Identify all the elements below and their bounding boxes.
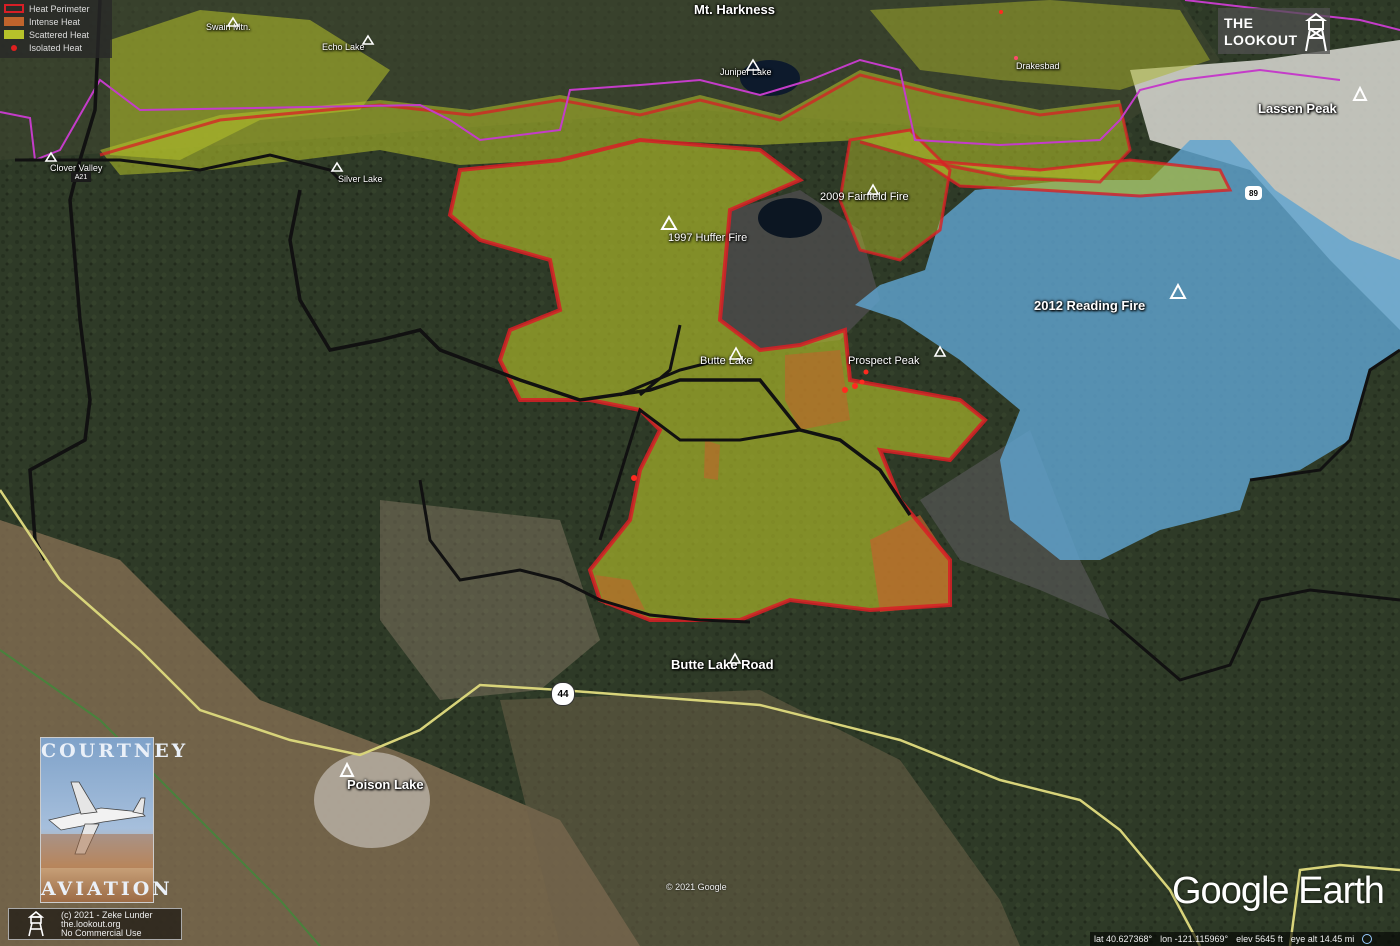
map-legend: Heat Perimeter Intense Heat Scattered He…	[0, 0, 112, 58]
lookout-logo: THE LOOKOUT	[1218, 8, 1330, 54]
label-echo-lake: Echo Lake	[322, 42, 365, 52]
legend-swatch-intense	[4, 17, 24, 26]
legend-swatch-perimeter	[4, 4, 24, 13]
label-butte-lake: Butte Lake	[700, 355, 753, 367]
intense-heat-center	[704, 440, 720, 480]
legend-item-perimeter: Heat Perimeter	[4, 2, 112, 15]
credit-line-3: No Commercial Use	[61, 928, 142, 938]
isolated-heat-dot	[842, 387, 848, 393]
lookout-logo-line2: LOOKOUT	[1224, 32, 1298, 48]
label-reading-fire: 2012 Reading Fire	[1034, 298, 1146, 313]
courtney-aviation-logo: COURTNEY AVIATION	[40, 737, 189, 903]
label-juniper-lake: Juniper Lake	[720, 67, 772, 77]
legend-label: Isolated Heat	[29, 42, 83, 53]
lookout-logo-line1: THE	[1224, 15, 1254, 31]
route-shield-a21: A21	[71, 172, 91, 182]
label-lassen-peak: Lassen Peak	[1258, 101, 1337, 116]
label-poison-lake: Poison Lake	[347, 777, 424, 792]
isolated-heat-dot	[852, 383, 858, 389]
label-huffer-fire: 1997 Huffer Fire	[668, 232, 748, 244]
courtney-aviation-bottom: AVIATION	[41, 878, 173, 900]
isolated-heat-dot	[631, 475, 637, 481]
label-swain-mtn: Swain Mtn.	[206, 22, 251, 32]
compass-icon[interactable]	[1362, 934, 1373, 944]
label-silver-lake: Silver Lake	[338, 174, 383, 184]
legend-label: Scattered Heat	[29, 29, 90, 40]
status-lon: lon -121.115969°	[1160, 934, 1229, 944]
isolated-heat-dot	[863, 369, 869, 375]
map-copyright: © 2021 Google	[666, 882, 727, 892]
butte-lake-water	[758, 198, 822, 238]
legend-swatch-isolated	[4, 43, 24, 52]
map-view[interactable]: Heat Perimeter Intense Heat Scattered He…	[0, 0, 1400, 946]
label-drakesbad: Drakesbad	[1016, 61, 1060, 71]
status-lat: lat 40.627368°	[1094, 934, 1153, 944]
label-mt-harkness: Mt. Harkness	[694, 2, 775, 17]
label-prospect-peak: Prospect Peak	[848, 355, 920, 367]
isolated-heat-dot	[999, 10, 1003, 14]
legend-label: Intense Heat	[29, 16, 81, 27]
legend-item-scattered: Scattered Heat	[4, 28, 112, 41]
intense-heat-prospect	[785, 350, 850, 430]
google-earth-wordmark: Google Earth	[1172, 870, 1385, 912]
satellite-map[interactable]	[0, 0, 1400, 946]
legend-label: Heat Perimeter	[29, 3, 90, 14]
route-shield-89: 89	[1245, 186, 1262, 200]
legend-item-isolated: Isolated Heat	[4, 41, 112, 54]
status-bar: lat 40.627368° lon -121.115969° elev 564…	[1090, 932, 1400, 946]
legend-swatch-scattered	[4, 30, 24, 39]
juniper-lake	[740, 60, 800, 96]
isolated-heat-dot	[859, 379, 865, 385]
lookout-tower-icon	[1305, 12, 1327, 52]
status-elev: elev 5645 ft	[1236, 934, 1283, 944]
courtney-aviation-top: COURTNEY	[41, 740, 189, 762]
status-eye-alt: eye alt 14.45 mi	[1290, 934, 1355, 944]
label-fairfield-fire: 2009 Fairfield Fire	[820, 191, 909, 203]
label-butte-lake-road: Butte Lake Road	[671, 657, 774, 672]
credit-box: (c) 2021 - Zeke Lunder the.lookout.org N…	[8, 908, 182, 940]
tower-icon	[27, 911, 45, 937]
route-shield-44: 44	[551, 682, 575, 706]
airplane-icon	[41, 781, 153, 868]
poison-lake-flat	[314, 752, 430, 848]
legend-item-intense: Intense Heat	[4, 15, 112, 28]
